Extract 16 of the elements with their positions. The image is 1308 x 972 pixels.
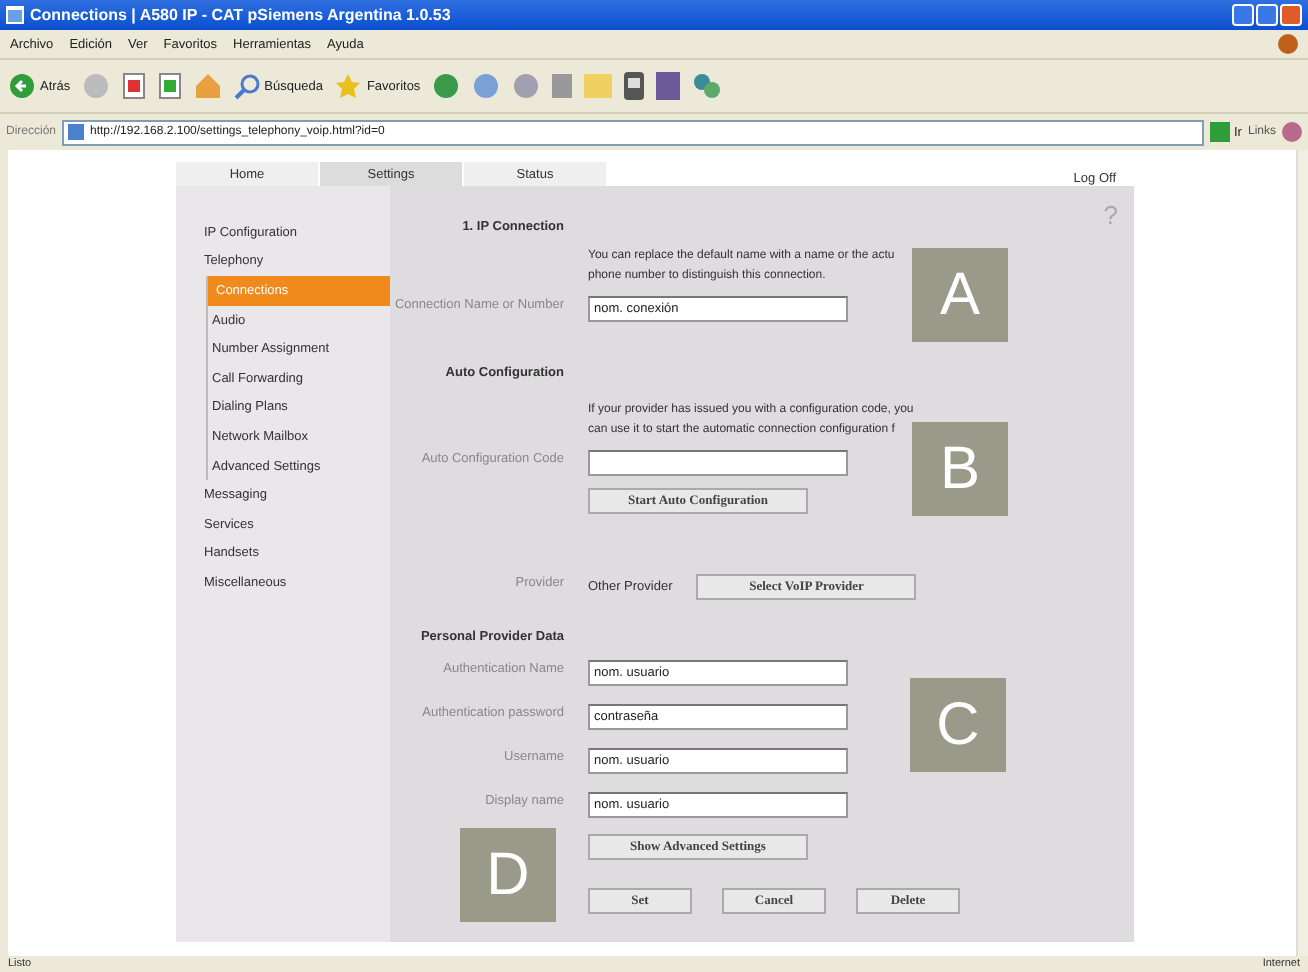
callout-label: B bbox=[912, 422, 1008, 516]
page-icon bbox=[68, 124, 85, 140]
input-field[interactable] bbox=[588, 450, 848, 476]
minimize-button[interactable] bbox=[1232, 4, 1254, 26]
phone-icon[interactable] bbox=[624, 72, 645, 100]
home-icon[interactable] bbox=[194, 72, 223, 100]
callout-label: C bbox=[910, 678, 1006, 772]
window-title: Connections | A580 IP - CAT pSiemens Argentina 1.0.53 bbox=[30, 6, 451, 24]
stop-icon[interactable] bbox=[122, 72, 147, 100]
callout-label: A bbox=[912, 248, 1008, 342]
page-icon bbox=[6, 6, 24, 24]
callout-label: D bbox=[460, 828, 556, 922]
maximize-button[interactable] bbox=[1256, 4, 1278, 26]
star-icon bbox=[334, 72, 363, 100]
close-button[interactable] bbox=[1280, 4, 1302, 26]
search-icon bbox=[234, 73, 261, 99]
